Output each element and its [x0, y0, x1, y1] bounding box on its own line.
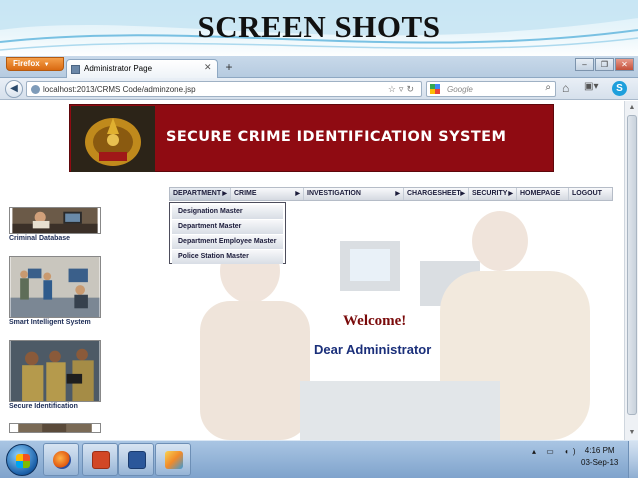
bookmarks-icon[interactable]: ▣▾ — [584, 81, 598, 92]
menu-department-label: DEPARTMENT — [173, 190, 222, 197]
firefox-icon — [53, 451, 71, 469]
browser-tab-strip: Firefox ▼ Administrator Page ✕ + – ❐ ✕ — [0, 56, 638, 78]
dropdown-department-master[interactable]: Department Master — [172, 220, 283, 234]
firefox-menu-button[interactable]: Firefox ▼ — [6, 57, 64, 71]
dropdown-department-employee-master[interactable]: Department Employee Master — [172, 235, 283, 249]
dropdown-designation-master[interactable]: Designation Master — [172, 205, 283, 219]
menu-crime-label: CRIME — [234, 190, 257, 197]
url-text: localhost:2013/CRMS Code/adminzone.jsp — [43, 85, 196, 94]
secure-identification-photo[interactable] — [9, 340, 101, 402]
close-window-button[interactable]: ✕ — [615, 58, 634, 71]
home-icon[interactable]: ⌂ — [562, 81, 569, 95]
page-viewport: SECURE CRIME IDENTIFICATION SYSTEM DEPAR… — [0, 101, 624, 440]
close-tab-icon[interactable]: ✕ — [204, 62, 212, 73]
powerpoint-icon — [92, 451, 110, 469]
maximize-button[interactable]: ❐ — [595, 58, 614, 71]
search-icon[interactable]: ⌕ — [545, 82, 551, 93]
secure-identification-label[interactable]: Secure Identification — [9, 403, 78, 410]
slide-title: SCREEN SHOTS — [197, 9, 441, 44]
google-icon — [430, 84, 440, 94]
tab-label: Administrator Page — [84, 64, 153, 73]
clock-time: 4:16 PM — [584, 446, 615, 455]
page-favicon-icon — [71, 65, 80, 74]
chevron-right-icon: ▶ — [295, 191, 300, 197]
taskbar-powerpoint-button[interactable] — [82, 443, 118, 476]
taskbar-firefox-button[interactable] — [43, 443, 79, 476]
windows-logo-icon — [16, 454, 30, 468]
start-button[interactable] — [6, 444, 38, 476]
menu-investigation[interactable]: INVESTIGATION ▶ — [304, 188, 404, 200]
word-icon — [128, 451, 146, 469]
department-dropdown: Designation Master Department Master Dep… — [169, 202, 286, 264]
taskbar-word-button[interactable] — [118, 443, 154, 476]
criminal-database-photo[interactable] — [9, 207, 101, 234]
menu-chargesheet-label: CHARGESHEET — [407, 190, 461, 197]
menu-department[interactable]: DEPARTMENT ▶ — [170, 188, 231, 200]
menu-homepage[interactable]: HOMEPAGE — [517, 188, 569, 200]
search-input[interactable]: Google ⌕ — [426, 81, 556, 97]
welcome-heading: Welcome! — [343, 313, 407, 329]
dropdown-police-station-master[interactable]: Police Station Master — [172, 250, 283, 264]
chevron-right-icon: ▶ — [395, 191, 400, 197]
new-tab-button[interactable]: + — [220, 59, 238, 76]
window-controls: – ❐ ✕ — [574, 58, 634, 72]
scrollbar-thumb[interactable] — [627, 115, 637, 415]
windows-taskbar: ▴ ▭ ◖) 4:16 PM 03-Sep-13 — [0, 440, 638, 478]
slide-header: SCREEN SHOTS — [0, 0, 638, 58]
url-input[interactable]: localhost:2013/CRMS Code/adminzone.jsp ☆… — [26, 81, 422, 97]
show-desktop-button[interactable] — [628, 441, 638, 478]
menu-logout[interactable]: LOGOUT — [569, 188, 612, 200]
menu-investigation-label: INVESTIGATION — [307, 190, 361, 197]
main-menu: DEPARTMENT ▶ CRIME ▶ INVESTIGATION ▶ CHARGE… — [169, 187, 613, 201]
menu-security[interactable]: SECURITY ▶ — [469, 188, 517, 200]
header-banner: SECURE CRIME IDENTIFICATION SYSTEM — [69, 104, 554, 172]
chevron-right-icon: ▶ — [460, 191, 465, 197]
search-placeholder: Google — [447, 85, 473, 94]
taskbar-paint-button[interactable] — [155, 443, 191, 476]
chevron-down-icon: ▼ — [43, 62, 50, 68]
menu-security-label: SECURITY — [472, 190, 508, 197]
smart-intelligent-system-photo[interactable] — [9, 256, 101, 318]
paint-icon — [165, 451, 183, 469]
chevron-right-icon: ▶ — [508, 191, 513, 197]
bookmark-star-icon[interactable]: ☆▿↻ — [388, 83, 417, 96]
tab-administrator-page[interactable]: Administrator Page — [66, 59, 218, 78]
menu-chargesheet[interactable]: CHARGESHEET ▶ — [404, 188, 469, 200]
chevron-right-icon: ▶ — [222, 191, 227, 197]
police-emblem-icon — [71, 106, 155, 172]
back-button[interactable]: ◀ — [5, 80, 23, 98]
taskbar-clock[interactable]: 4:16 PM 03-Sep-13 — [581, 445, 618, 469]
menu-homepage-label: HOMEPAGE — [520, 190, 561, 197]
minimize-button[interactable]: – — [575, 58, 594, 71]
scroll-down-icon[interactable]: ▼ — [626, 427, 638, 439]
vertical-scrollbar[interactable]: ▲ ▼ — [624, 101, 638, 440]
sidebar-photo-partial[interactable] — [9, 423, 101, 433]
smart-intelligent-system-label[interactable]: Smart Intelligent System — [9, 319, 91, 326]
globe-icon — [31, 85, 40, 94]
banner-title: SECURE CRIME IDENTIFICATION SYSTEM — [166, 129, 507, 145]
menu-crime[interactable]: CRIME ▶ — [231, 188, 304, 200]
skype-icon[interactable]: S — [612, 81, 627, 96]
scroll-up-icon[interactable]: ▲ — [626, 102, 638, 114]
menu-logout-label: LOGOUT — [572, 190, 602, 197]
system-tray-icons[interactable]: ▴ ▭ ◖) — [532, 447, 580, 456]
firefox-menu-label: Firefox — [13, 59, 40, 68]
browser-nav-bar: ◀ localhost:2013/CRMS Code/adminzone.jsp… — [0, 78, 638, 100]
greeting-text: Dear Administrator — [314, 342, 432, 357]
criminal-database-label[interactable]: Criminal Database — [9, 235, 70, 242]
clock-date: 03-Sep-13 — [581, 458, 619, 467]
